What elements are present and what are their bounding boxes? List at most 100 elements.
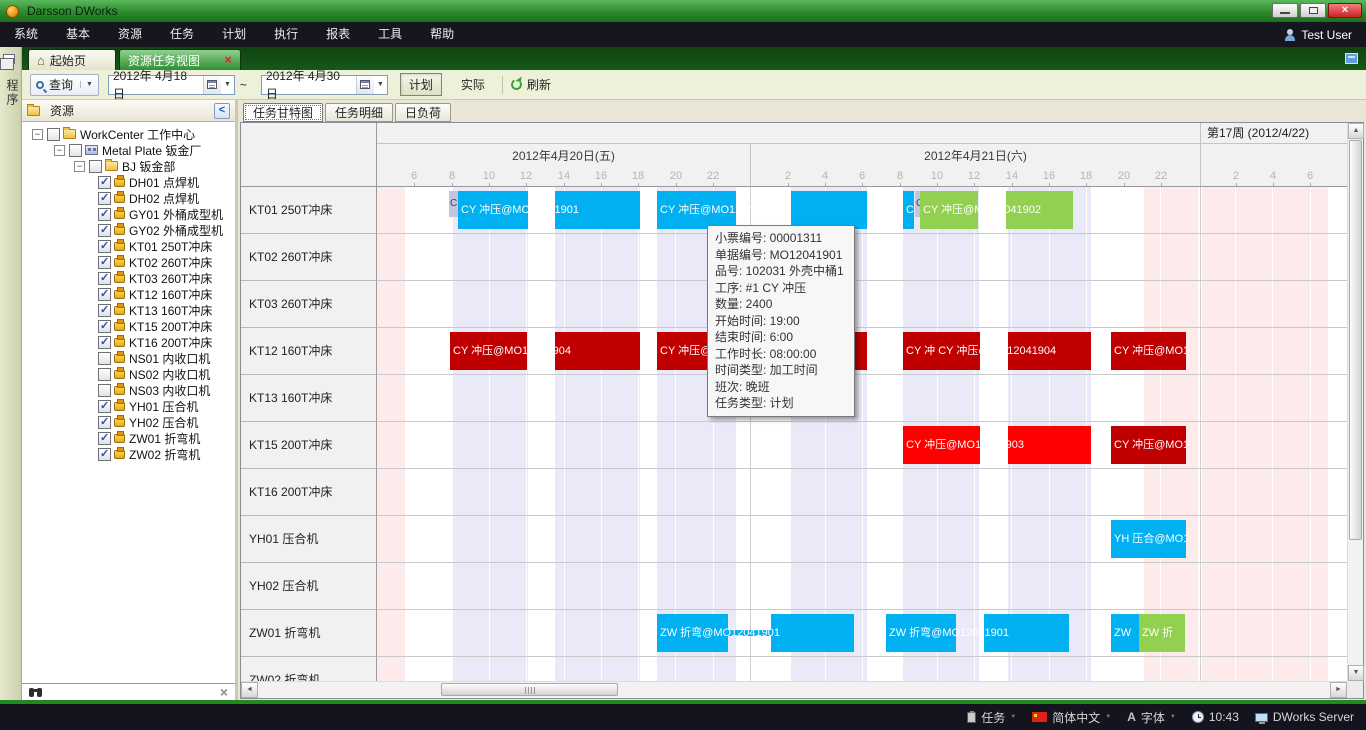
view-tab[interactable]: 任务明细 xyxy=(325,103,393,122)
task-bar[interactable] xyxy=(771,614,854,652)
date-to-value[interactable]: 2012年 4月30日 xyxy=(262,67,356,103)
checkbox[interactable] xyxy=(98,256,111,269)
status-item[interactable]: 10:43 xyxy=(1192,710,1239,724)
vertical-scrollbar[interactable]: ▲ ▼ xyxy=(1347,123,1363,681)
close-tab-icon[interactable]: × xyxy=(224,54,232,66)
task-bar[interactable]: YH 压合@MO1 xyxy=(1111,520,1186,558)
tree-item[interactable]: −BJ 钣金部 xyxy=(22,158,235,174)
tab-home[interactable]: ⌂ 起始页 xyxy=(28,49,116,70)
tree-item[interactable]: DH01 点焊机 xyxy=(22,174,235,190)
checkbox[interactable] xyxy=(98,352,111,365)
task-bar[interactable]: CY 冲压@MO12041901 xyxy=(458,191,528,229)
date-dropdown-icon[interactable]: ▼ xyxy=(374,81,387,88)
vertical-scroll-thumb[interactable] xyxy=(1349,140,1362,540)
tree-item[interactable]: GY02 外桶成型机 xyxy=(22,222,235,238)
tree-item[interactable]: −WorkCenter 工作中心 xyxy=(22,126,235,142)
close-button[interactable]: × xyxy=(1328,3,1362,18)
task-bar[interactable]: C xyxy=(449,191,458,217)
tree-item[interactable]: KT12 160T冲床 xyxy=(22,286,235,302)
task-bar[interactable]: CY 冲压@MO12041902 xyxy=(920,191,978,229)
checkbox[interactable] xyxy=(98,224,111,237)
scroll-right-icon[interactable]: ► xyxy=(1330,682,1347,698)
status-item[interactable]: 简体中文▼ xyxy=(1032,709,1111,726)
plan-toggle-button[interactable]: 计划 xyxy=(400,73,442,96)
menu-item[interactable]: 系统 xyxy=(0,22,52,47)
checkbox[interactable] xyxy=(98,208,111,221)
task-bar[interactable]: ZW 折弯@MO12041901 xyxy=(886,614,956,652)
checkbox[interactable] xyxy=(98,240,111,253)
task-bar[interactable]: CY 冲压@MO12041904 xyxy=(450,332,527,370)
checkbox[interactable] xyxy=(98,176,111,189)
date-to-picker[interactable]: 2012年 4月30日 ▼ xyxy=(261,75,388,95)
menu-item[interactable]: 资源 xyxy=(104,22,156,47)
task-bar[interactable]: CY 冲压@MO12041901 xyxy=(657,191,736,229)
menu-item[interactable]: 任务 xyxy=(156,22,208,47)
tree-item[interactable]: KT01 250T冲床 xyxy=(22,238,235,254)
tree-item[interactable]: NS01 内收口机 xyxy=(22,350,235,366)
menu-item[interactable]: 工具 xyxy=(364,22,416,47)
menu-item[interactable]: 基本 xyxy=(52,22,104,47)
scroll-up-icon[interactable]: ▲ xyxy=(1348,123,1364,139)
task-bar[interactable]: ZW 折 xyxy=(1139,614,1185,652)
dropdown-caret-icon[interactable]: ▼ xyxy=(1010,714,1016,720)
task-bar[interactable]: CY 冲 CY 冲压@MO12041904 xyxy=(903,332,980,370)
tree-item[interactable]: KT03 260T冲床 xyxy=(22,270,235,286)
dropdown-caret-icon[interactable]: ▼ xyxy=(1105,714,1111,720)
query-button[interactable]: 查询 ▼ xyxy=(30,74,99,96)
view-tab[interactable]: 日负荷 xyxy=(395,103,451,122)
clear-search-icon[interactable]: × xyxy=(220,686,228,698)
checkbox[interactable] xyxy=(98,400,111,413)
tree-item[interactable]: KT15 200T冲床 xyxy=(22,318,235,334)
checkbox[interactable] xyxy=(98,368,111,381)
task-bar[interactable]: CY 冲压@MO1 xyxy=(1111,332,1186,370)
user-indicator[interactable]: Test User xyxy=(1284,28,1352,42)
query-dropdown-icon[interactable]: ▼ xyxy=(80,81,93,88)
menu-item[interactable]: 计划 xyxy=(208,22,260,47)
menu-item[interactable]: 帮助 xyxy=(416,22,468,47)
refresh-button[interactable]: 刷新 xyxy=(511,76,551,93)
scroll-down-icon[interactable]: ▼ xyxy=(1348,665,1364,681)
calendar-button[interactable] xyxy=(203,76,221,94)
expander-icon[interactable]: − xyxy=(54,145,65,156)
menu-item[interactable]: 报表 xyxy=(312,22,364,47)
minimize-button[interactable] xyxy=(1272,3,1298,18)
task-bar[interactable] xyxy=(791,191,867,229)
actual-toggle-button[interactable]: 实际 xyxy=(452,73,494,96)
checkbox[interactable] xyxy=(69,144,82,157)
status-item[interactable]: 字体▼ xyxy=(1127,709,1176,726)
tree-item[interactable]: YH02 压合机 xyxy=(22,414,235,430)
horizontal-scroll-thumb[interactable] xyxy=(441,683,618,696)
date-from-picker[interactable]: 2012年 4月18日 ▼ xyxy=(108,75,235,95)
program-side-strip[interactable]: 程序 xyxy=(0,47,22,704)
dropdown-caret-icon[interactable]: ▼ xyxy=(1170,714,1176,720)
tree-search-bar[interactable]: × xyxy=(22,683,235,700)
checkbox[interactable] xyxy=(98,448,111,461)
status-item[interactable]: 任务▼ xyxy=(967,709,1016,726)
tree-item[interactable]: KT13 160T冲床 xyxy=(22,302,235,318)
expander-icon[interactable]: − xyxy=(74,161,85,172)
tree-item[interactable]: −Metal Plate 钣金厂 xyxy=(22,142,235,158)
checkbox[interactable] xyxy=(89,160,102,173)
status-item[interactable]: DWorks Server xyxy=(1255,710,1354,724)
task-bar[interactable]: CY 冲压@MO12041903 xyxy=(903,426,980,464)
tree-item[interactable]: DH02 点焊机 xyxy=(22,190,235,206)
date-from-value[interactable]: 2012年 4月18日 xyxy=(109,67,203,103)
view-tab[interactable]: 任务甘特图 xyxy=(243,103,323,122)
checkbox[interactable] xyxy=(98,416,111,429)
task-bar[interactable]: CY 冲压@MO1 xyxy=(1111,426,1186,464)
checkbox[interactable] xyxy=(98,288,111,301)
tree-item[interactable]: KT02 260T冲床 xyxy=(22,254,235,270)
checkbox[interactable] xyxy=(98,192,111,205)
checkbox[interactable] xyxy=(47,128,60,141)
expander-icon[interactable]: − xyxy=(32,129,43,140)
task-bar[interactable]: ZW 折弯@MO12041901 xyxy=(657,614,728,652)
scroll-left-icon[interactable]: ◄ xyxy=(241,682,258,698)
tree-item[interactable]: KT16 200T冲床 xyxy=(22,334,235,350)
checkbox[interactable] xyxy=(98,336,111,349)
checkbox[interactable] xyxy=(98,384,111,397)
menu-item[interactable]: 执行 xyxy=(260,22,312,47)
checkbox[interactable] xyxy=(98,304,111,317)
window-list-icon[interactable] xyxy=(1345,53,1358,64)
horizontal-scrollbar[interactable]: ◄ ► xyxy=(241,681,1347,698)
collapse-panel-button[interactable]: < xyxy=(214,103,230,119)
